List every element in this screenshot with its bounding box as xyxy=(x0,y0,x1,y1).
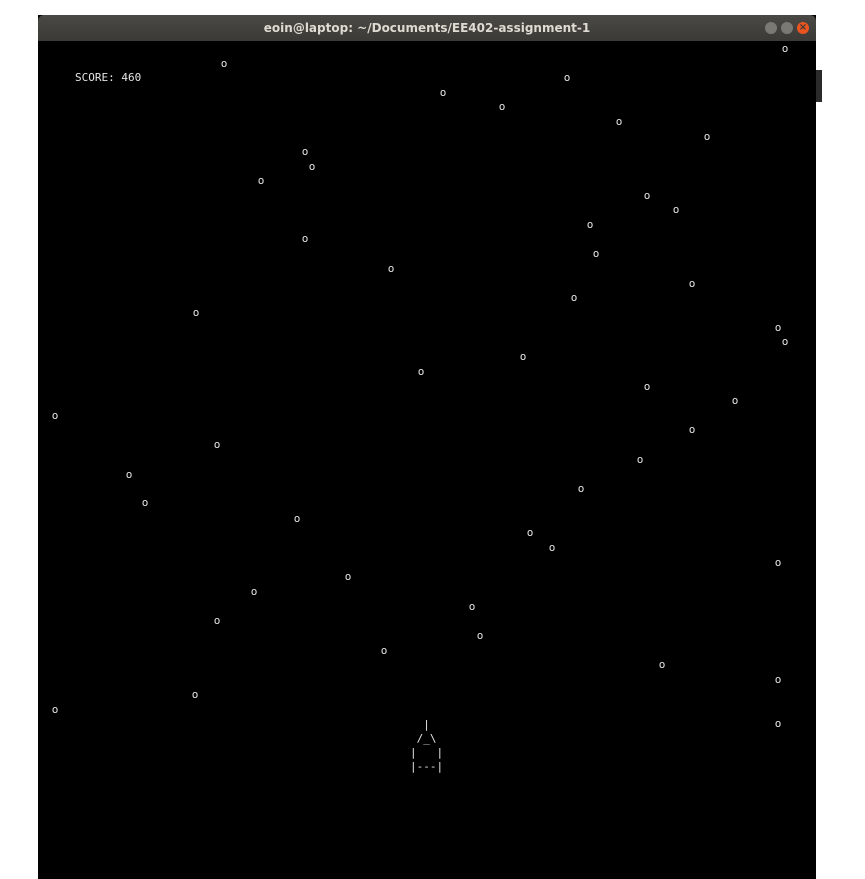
score-display: SCORE: 460 xyxy=(75,71,142,84)
obstacle: o xyxy=(643,380,651,393)
obstacle: o xyxy=(191,688,199,701)
obstacle: o xyxy=(301,232,309,245)
obstacle: o xyxy=(688,423,696,436)
obstacle: o xyxy=(577,482,585,495)
obstacle: o xyxy=(468,600,476,613)
obstacle: o xyxy=(774,717,782,730)
obstacle: o xyxy=(774,673,782,686)
obstacle: o xyxy=(498,100,506,113)
obstacle: o xyxy=(672,203,680,216)
obstacle: o xyxy=(643,189,651,202)
obstacle: o xyxy=(141,496,149,509)
obstacle: o xyxy=(257,174,265,187)
obstacle: o xyxy=(387,262,395,275)
obstacle: o xyxy=(213,614,221,627)
obstacle: o xyxy=(781,335,789,348)
obstacle: o xyxy=(301,145,309,158)
obstacle: o xyxy=(548,541,556,554)
obstacle: o xyxy=(213,438,221,451)
obstacle: o xyxy=(293,512,301,525)
obstacle: o xyxy=(51,703,59,716)
obstacle: o xyxy=(570,291,578,304)
obstacle: o xyxy=(703,130,711,143)
obstacle: o xyxy=(615,115,623,128)
obstacle: o xyxy=(125,468,133,481)
obstacle: o xyxy=(636,453,644,466)
obstacle: o xyxy=(658,658,666,671)
obstacle: o xyxy=(476,629,484,642)
obstacle: o xyxy=(344,570,352,583)
obstacle: o xyxy=(774,321,782,334)
obstacle: o xyxy=(308,160,316,173)
obstacle: o xyxy=(417,365,425,378)
window-title: eoin@laptop: ~/Documents/EE402-assignmen… xyxy=(263,21,591,35)
maximize-button[interactable] xyxy=(781,22,793,34)
obstacle: o xyxy=(526,526,534,539)
obstacle: o xyxy=(586,218,594,231)
desktop-edge xyxy=(816,70,822,102)
obstacle: o xyxy=(688,277,696,290)
minimize-button[interactable] xyxy=(765,22,777,34)
obstacle: o xyxy=(51,409,59,422)
obstacle: o xyxy=(192,306,200,319)
obstacle: o xyxy=(439,86,447,99)
obstacle: o xyxy=(731,394,739,407)
obstacle: o xyxy=(220,57,228,70)
obstacle: o xyxy=(250,585,258,598)
obstacle: o xyxy=(592,247,600,260)
obstacle: o xyxy=(563,71,571,84)
obstacle: o xyxy=(774,556,782,569)
game-screen[interactable]: SCORE: 460 | /_\ | | |---| o o o o o o o o o o o o o… xyxy=(38,41,816,879)
title-bar[interactable]: eoin@laptop: ~/Documents/EE402-assignmen… xyxy=(38,15,816,41)
obstacle: o xyxy=(519,350,527,363)
obstacle: o xyxy=(380,644,388,657)
player-ship: | /_\ | | |---| xyxy=(410,718,444,773)
terminal-window: eoin@laptop: ~/Documents/EE402-assignmen… xyxy=(38,15,816,879)
obstacle: o xyxy=(781,42,789,55)
desktop-background xyxy=(816,15,865,879)
close-button[interactable]: × xyxy=(797,22,809,34)
